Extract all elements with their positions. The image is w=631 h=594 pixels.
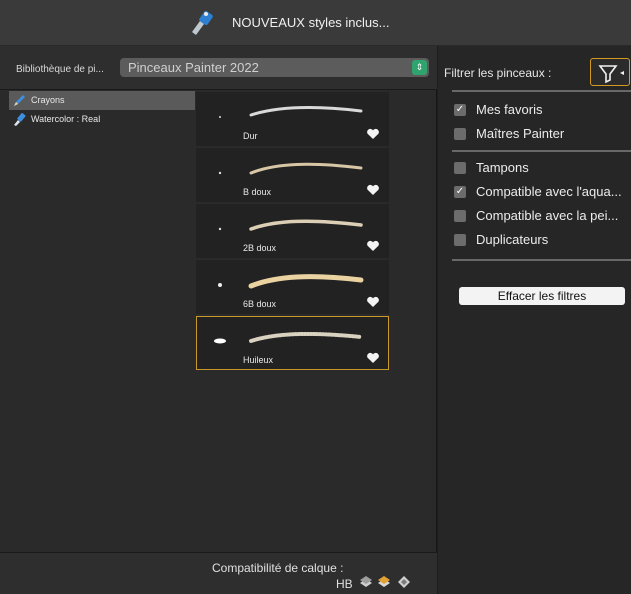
filter-divider [452,90,631,92]
brush-name: 2B doux [243,243,277,253]
filter-option-label: Duplicateurs [476,232,549,247]
brush-dab-preview [219,116,221,118]
library-select-value: Pinceaux Painter 2022 [128,60,259,75]
checkbox[interactable] [454,162,466,174]
brush-variant-grid: Dur B doux 2B doux 6B doux Huileux [196,92,391,432]
pencil-icon [14,95,25,106]
layer-type-icons [360,576,410,588]
brush-dab-preview [218,171,222,175]
layer-compatibility-value: HB [336,577,353,591]
filter-option-label: Compatible avec l'aqua... [476,184,622,199]
category-item-watercolor[interactable]: Watercolor : Real [9,110,195,129]
brush-stroke-preview [249,162,363,175]
select-arrows-icon: ⇕ [412,60,427,75]
checkbox-checked[interactable]: ✓ [454,104,466,116]
brush-item-huileux[interactable]: Huileux [196,316,389,370]
brush-dab-preview [218,283,222,287]
filter-title: Filtrer les pinceaux : [444,66,552,80]
filter-option-paint-compatible[interactable]: Compatible avec la pei... [452,206,631,226]
filter-divider [452,150,631,152]
filter-divider [452,259,631,261]
brush-dab-preview [214,338,226,344]
category-label: Watercolor : Real [31,114,101,124]
library-label: Bibliothèque de pi... [16,64,104,75]
filter-option-favorites[interactable]: ✓ Mes favoris [452,100,631,120]
brush-name: Huileux [243,355,274,365]
library-select[interactable]: Pinceaux Painter 2022 ⇕ [120,58,429,77]
filter-bar: Filtrer les pinceaux : [438,46,631,90]
checkbox-checked[interactable]: ✓ [454,186,466,198]
layer-compatibility-label: Compatibilité de calque : [212,561,344,575]
filter-option-painter-masters[interactable]: Maîtres Painter [452,124,631,144]
brush-palette-icon [192,11,213,35]
title-bar: NOUVEAUX styles inclus... [0,0,631,46]
category-label: Crayons [31,95,65,105]
clear-filters-button[interactable]: Effacer les filtres [459,287,625,305]
category-list: Crayons Watercolor : Real [9,91,195,551]
filter-panel: Filtrer les pinceaux : ✓ Mes favoris Maî… [438,46,631,594]
brush-name: B doux [243,187,272,197]
favorite-heart-icon[interactable] [366,183,380,197]
brush-item-2b-doux[interactable]: 2B doux [196,204,389,258]
filter-option-label: Mes favoris [476,102,543,117]
brush-dab-preview [218,227,222,231]
filter-option-duplicators[interactable]: Duplicateurs [452,230,631,250]
brush-item-6b-doux[interactable]: 6B doux [196,260,389,314]
brush-name: Dur [243,131,258,141]
layer-stack-icon [360,576,372,587]
brush-stroke-preview [248,274,364,289]
brush-item-dur[interactable]: Dur [196,92,389,146]
filter-option-label: Maîtres Painter [476,126,565,141]
checkbox[interactable] [454,128,466,140]
filter-option-stamps[interactable]: Tampons [452,158,631,178]
filter-option-watercolor-compatible[interactable]: ✓ Compatible avec l'aqua... [452,182,631,202]
filter-option-label: Tampons [476,160,529,175]
layer-compatibility-bar: Compatibilité de calque : HB [0,552,437,594]
watercolor-brush-icon [14,113,26,126]
brush-stroke-preview [249,106,363,117]
brush-stroke-preview [249,331,363,343]
checkbox[interactable] [454,234,466,246]
layer-diamond-icon [398,576,410,588]
favorite-heart-icon[interactable] [366,127,380,141]
brush-item-b-doux[interactable]: B doux [196,148,389,202]
library-bar: Bibliothèque de pi... Pinceaux Painter 2… [0,46,437,90]
filter-button[interactable] [590,58,630,86]
brush-stroke-preview [249,219,363,231]
favorite-heart-icon[interactable] [366,239,380,253]
filter-option-label: Compatible avec la pei... [476,208,619,223]
favorite-heart-icon[interactable] [366,295,380,309]
brush-library-panel: Bibliothèque de pi... Pinceaux Painter 2… [0,46,437,594]
orange-layer-stack-icon [378,576,390,587]
brush-name: 6B doux [243,299,277,309]
category-item-crayons[interactable]: Crayons [9,91,195,110]
checkbox[interactable] [454,210,466,222]
funnel-icon [598,65,624,84]
favorite-heart-icon[interactable] [366,351,380,365]
header-title: NOUVEAUX styles inclus... [232,15,390,30]
